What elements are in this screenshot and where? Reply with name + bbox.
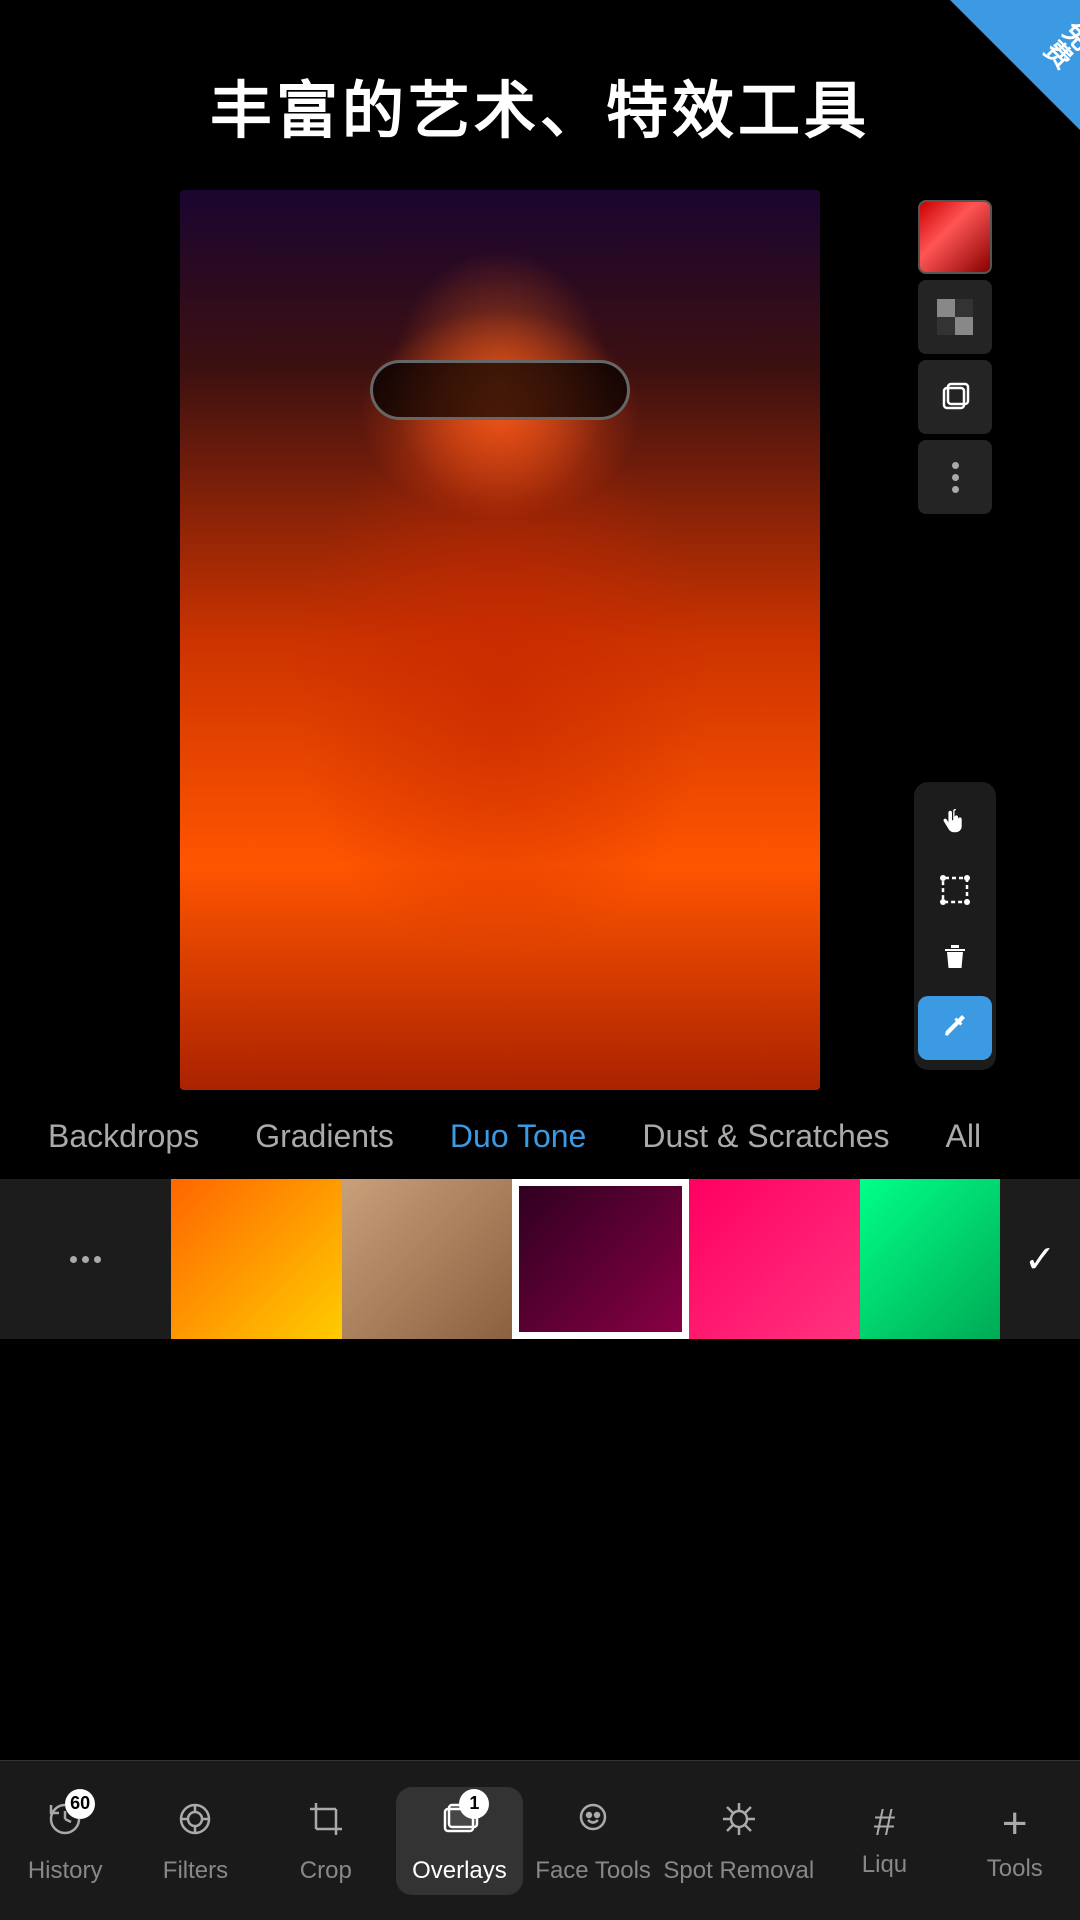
nav-facetools[interactable]: Face Tools <box>533 1797 653 1885</box>
nav-spotremoval-label: Spot Removal <box>663 1857 814 1885</box>
nav-facetools-label: Face Tools <box>535 1857 651 1885</box>
nav-liqu[interactable]: # Liqu <box>824 1802 944 1879</box>
nav-crop-label: Crop <box>300 1857 352 1885</box>
tab-dustscratches[interactable]: Dust & Scratches <box>614 1110 917 1163</box>
liqu-icon: # <box>874 1802 895 1844</box>
badge-text: 免费 <box>1036 13 1080 76</box>
swatch-hotpink[interactable] <box>689 1179 860 1339</box>
nav-overlays-label: Overlays <box>412 1857 507 1885</box>
nav-history-label: History <box>28 1857 103 1885</box>
swatch-orange[interactable] <box>171 1179 342 1339</box>
nav-history[interactable]: 60 History <box>5 1797 125 1885</box>
page-title: 丰富的艺术、特效工具 <box>0 0 1080 190</box>
tab-all[interactable]: All <box>918 1110 1010 1163</box>
transform-button[interactable] <box>918 858 992 922</box>
nav-tools[interactable]: + Tools <box>955 1799 1075 1883</box>
nav-liqu-label: Liqu <box>862 1851 907 1879</box>
nav-filters[interactable]: Filters <box>135 1797 255 1885</box>
confirm-button[interactable]: ✓ <box>1000 1179 1080 1339</box>
swatch-tan[interactable] <box>342 1179 513 1339</box>
tab-gradients[interactable]: Gradients <box>227 1110 422 1163</box>
swatches-container: ✓ <box>0 1179 1080 1339</box>
bottom-navigation: 60 History Filters Crop <box>0 1760 1080 1920</box>
eyedropper-button[interactable] <box>918 996 992 1060</box>
duplicate-button[interactable] <box>918 360 992 434</box>
history-badge: 60 <box>65 1789 95 1819</box>
right-toolbar <box>910 190 1000 1090</box>
swatch-darkred[interactable] <box>512 1179 689 1339</box>
color-swatch-button[interactable] <box>918 200 992 274</box>
tools-icon: + <box>1002 1799 1028 1848</box>
swatch-greenteal[interactable] <box>860 1179 1000 1339</box>
swatch-menu[interactable] <box>0 1179 171 1339</box>
delete-button[interactable] <box>918 926 992 990</box>
main-image <box>180 190 820 1090</box>
nav-tools-label: Tools <box>987 1855 1043 1883</box>
hand-tool-button[interactable] <box>918 790 992 854</box>
nav-spotremoval[interactable]: Spot Removal <box>663 1797 814 1885</box>
nav-filters-label: Filters <box>163 1857 228 1885</box>
checkerboard-button[interactable] <box>918 280 992 354</box>
main-image-container <box>180 190 820 1090</box>
nav-overlays[interactable]: 1 Overlays <box>396 1787 523 1895</box>
nav-crop[interactable]: Crop <box>266 1797 386 1885</box>
overlays-badge: 1 <box>459 1789 489 1819</box>
category-tabs-container: Backdrops Gradients Duo Tone Dust & Scra… <box>0 1090 1080 1179</box>
tab-backdrops[interactable]: Backdrops <box>20 1110 227 1163</box>
tab-duotone[interactable]: Duo Tone <box>422 1110 614 1163</box>
more-options-button[interactable] <box>918 440 992 514</box>
